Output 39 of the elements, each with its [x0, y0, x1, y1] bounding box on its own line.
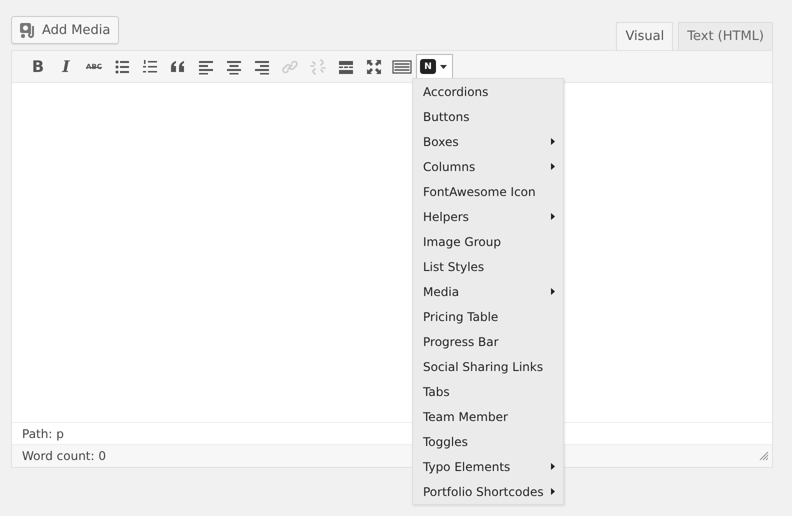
word-count: Word count: 0: [22, 449, 106, 463]
bulleted-list-icon: [114, 58, 130, 74]
broken-link-icon: [310, 58, 326, 74]
menu-item[interactable]: Tabs: [413, 379, 563, 404]
menu-item[interactable]: Typo Elements: [413, 454, 563, 479]
menu-item[interactable]: Columns: [413, 154, 563, 179]
read-more-icon: [338, 58, 354, 74]
media-icon: [20, 22, 36, 38]
numbered-list-icon: [142, 58, 158, 74]
menu-item[interactable]: Media: [413, 279, 563, 304]
editor-tab[interactable]: Visual: [616, 22, 674, 50]
resize-handle-icon[interactable]: [759, 451, 769, 461]
editor-tab[interactable]: Text (HTML): [678, 22, 773, 50]
add-media-button[interactable]: Add Media: [11, 16, 120, 44]
menu-item[interactable]: Accordions: [413, 79, 563, 104]
fullscreen-icon: [366, 58, 382, 74]
align-right-icon: [254, 58, 270, 74]
shortcodes-button[interactable]: N: [416, 54, 453, 80]
menu-item[interactable]: Helpers: [413, 204, 563, 229]
menu-item[interactable]: Social Sharing Links: [413, 354, 563, 379]
menu-item[interactable]: Portfolio Shortcodes: [413, 479, 563, 504]
bold-button[interactable]: B: [24, 54, 52, 80]
quote-icon: [170, 58, 186, 74]
menu-item[interactable]: Image Group: [413, 229, 563, 254]
menu-item[interactable]: Pricing Table: [413, 304, 563, 329]
menu-item[interactable]: Progress Bar: [413, 329, 563, 354]
path-label: Path: p: [22, 426, 64, 440]
menu-item[interactable]: Toggles: [413, 429, 563, 454]
link-icon: [282, 58, 298, 74]
italic-button[interactable]: I: [52, 54, 80, 80]
menu-item[interactable]: Buttons: [413, 104, 563, 129]
align-left-icon: [198, 58, 214, 74]
menu-item[interactable]: Boxes: [413, 129, 563, 154]
menu-item[interactable]: FontAwesome Icon: [413, 179, 563, 204]
menu-item[interactable]: Team Member: [413, 404, 563, 429]
align-center-icon: [226, 58, 242, 74]
keyboard-icon: [392, 58, 412, 74]
caret-icon: [440, 64, 447, 68]
menu-item[interactable]: List Styles: [413, 254, 563, 279]
